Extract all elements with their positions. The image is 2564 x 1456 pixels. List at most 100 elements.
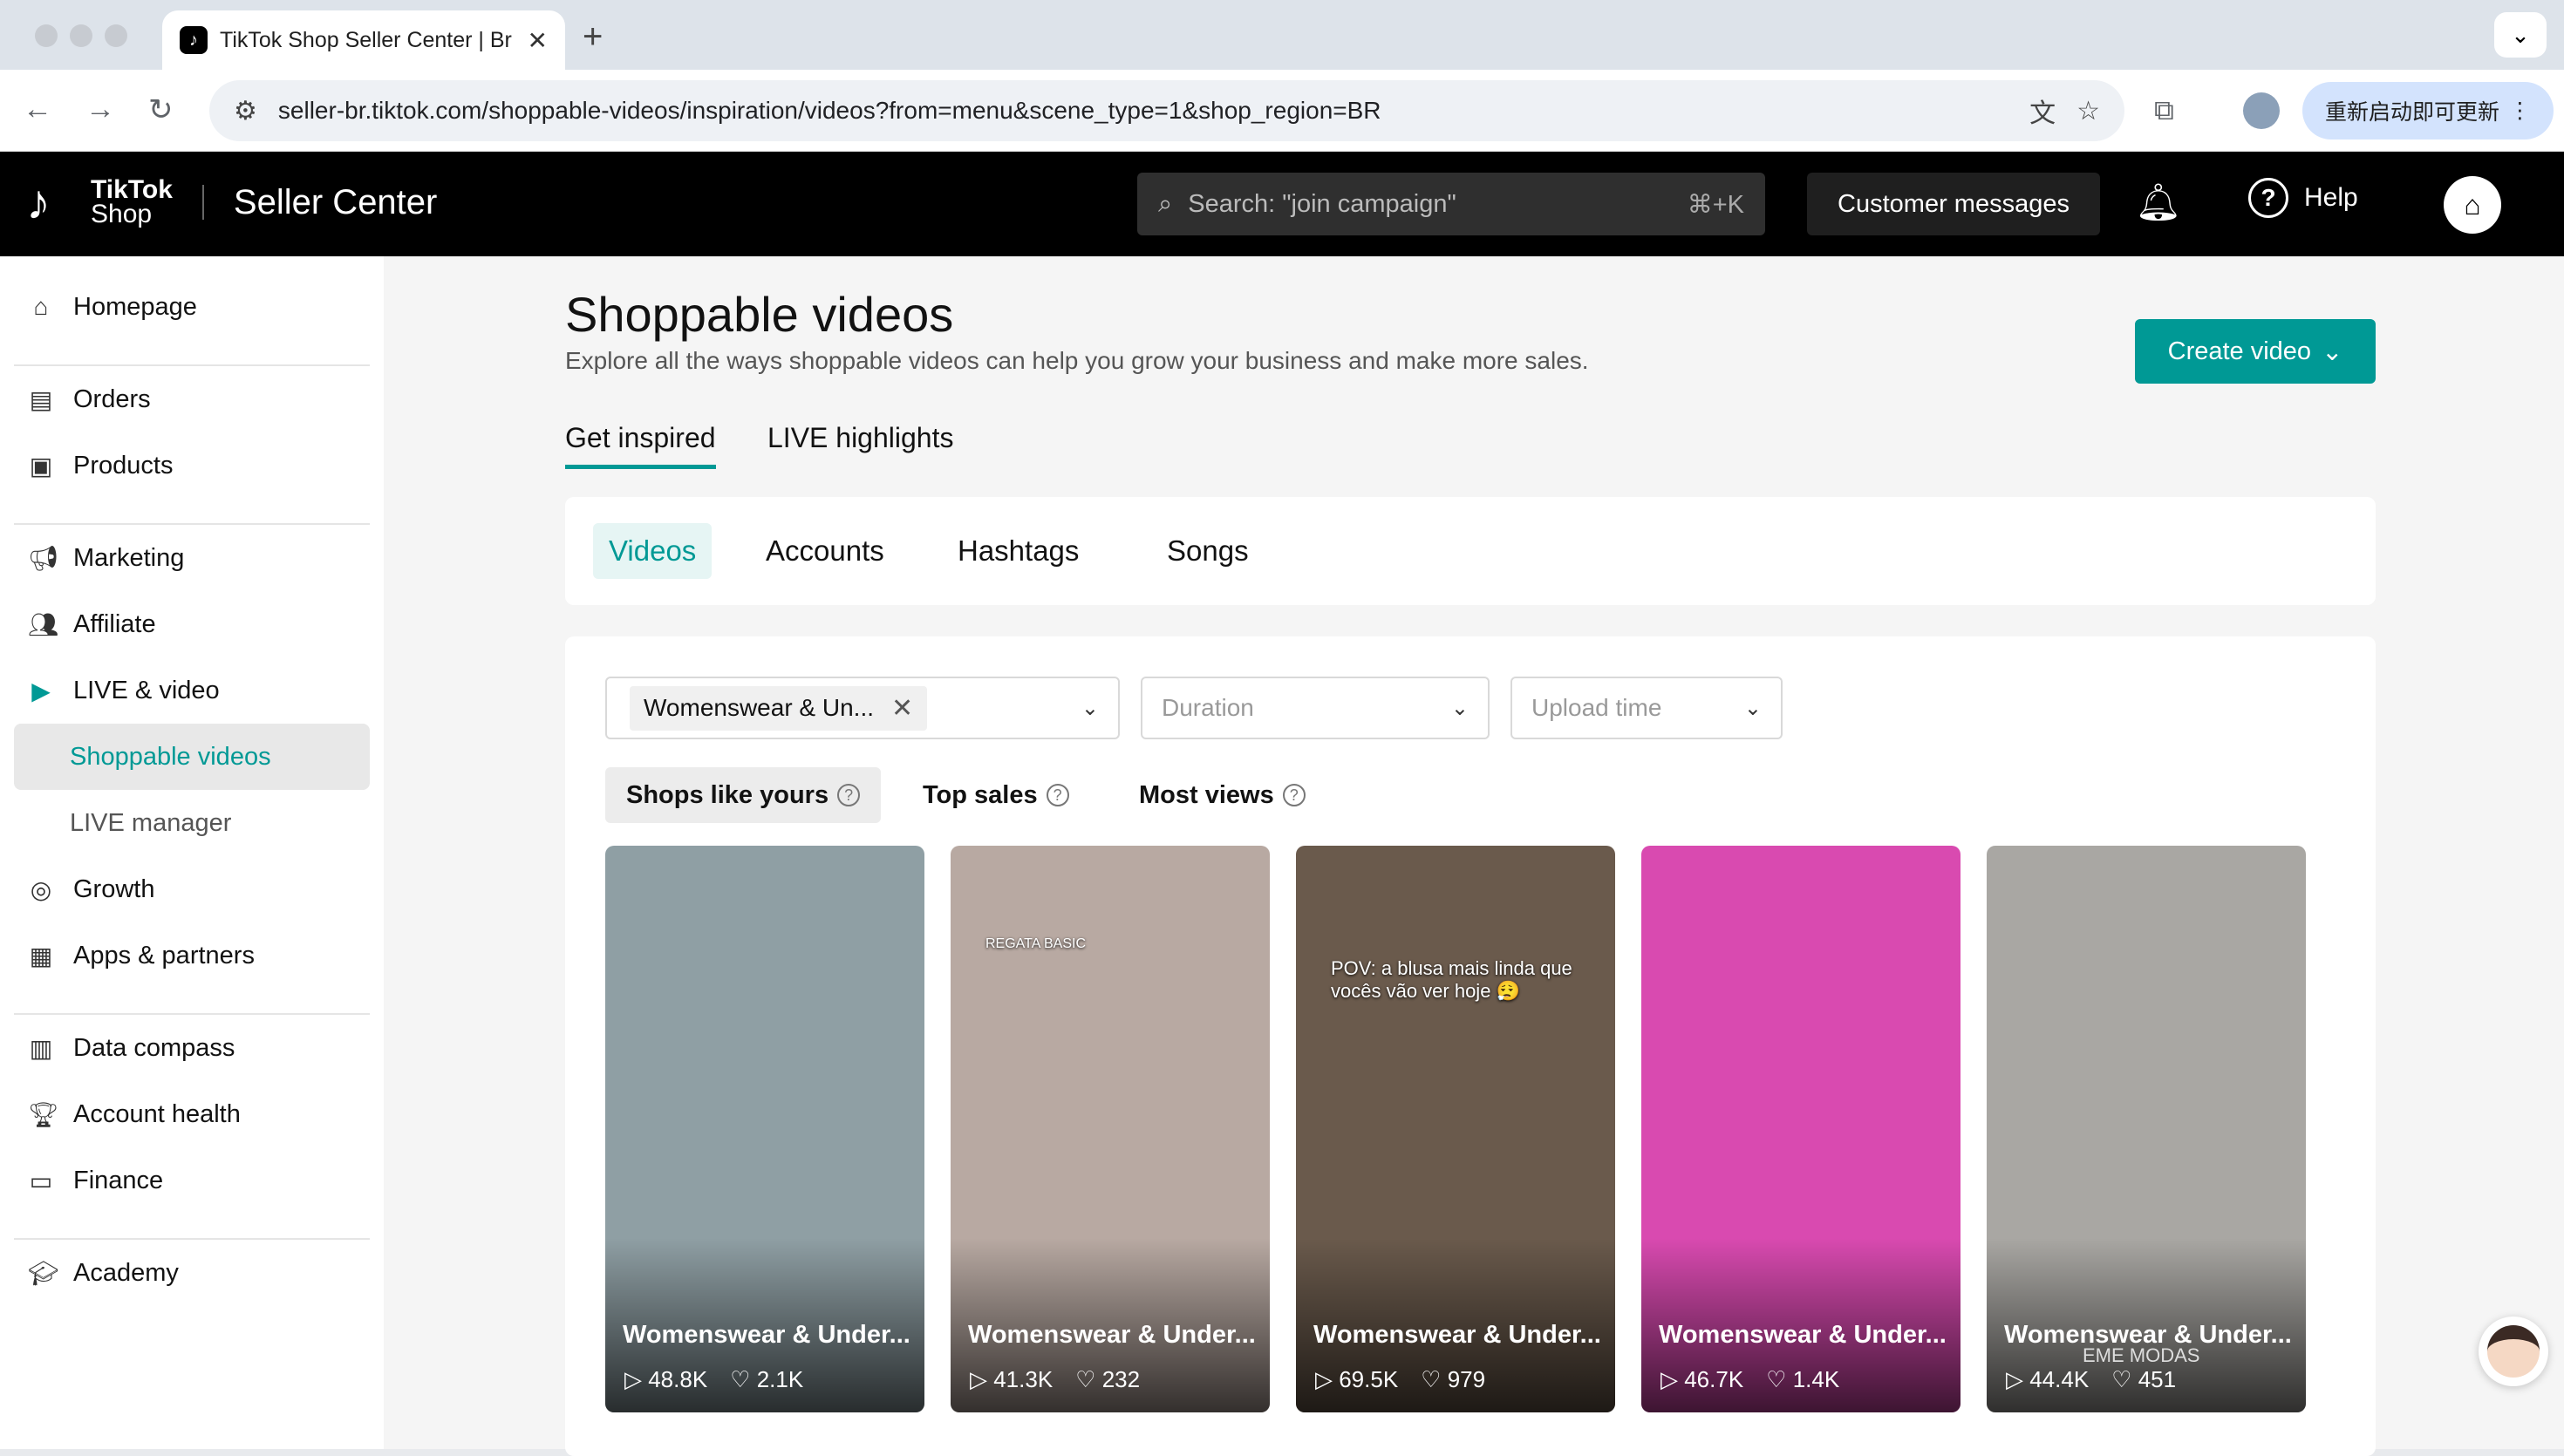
bookmark-star-icon[interactable]: ☆	[2076, 96, 2100, 126]
video-card[interactable]: EME MODAS Womenswear & Under... ▷ 44.4K ♡…	[1987, 846, 2306, 1412]
medal-icon: ◎	[30, 875, 52, 903]
video-card[interactable]: REGATA BASIC Womenswear & Under... ▷ 41.…	[951, 846, 1270, 1412]
window-close-dot[interactable]	[35, 24, 58, 47]
site-settings-icon[interactable]: ⚙	[234, 96, 257, 126]
global-search-input[interactable]: ⌕ Search: "join campaign" ⌘+K	[1137, 173, 1765, 235]
video-overlay-text: POV: a blusa mais linda que vocês vão ve…	[1331, 957, 1572, 1002]
create-video-button[interactable]: Create video ⌄	[2135, 319, 2376, 384]
play-icon: ▷ 48.8K	[624, 1366, 708, 1392]
sidebar-item-live-manager[interactable]: LIVE manager	[14, 790, 370, 856]
tiktok-favicon-icon: ♪	[180, 26, 208, 54]
sidebar-item-label: Finance	[73, 1166, 164, 1194]
video-card[interactable]: Womenswear & Under... ▷ 48.8K ♡ 2.1K	[605, 846, 924, 1412]
sort-top-sales[interactable]: Top sales?	[902, 767, 1090, 823]
megaphone-icon: 📢︎	[28, 544, 59, 572]
sidebar-item-marketing[interactable]: 📢︎ Marketing	[14, 525, 370, 591]
forward-icon[interactable]: →	[85, 92, 115, 126]
sidebar-item-shoppable-videos[interactable]: Shoppable videos	[14, 724, 370, 790]
browser-tab[interactable]: ♪ TikTok Shop Seller Center | Br ✕	[162, 10, 565, 70]
tab-live-highlights[interactable]: LIVE highlights	[767, 422, 953, 454]
profile-avatar[interactable]	[2243, 92, 2280, 129]
sort-label: Shops like yours	[626, 780, 829, 809]
trophy-icon: 🏆︎	[28, 1100, 59, 1128]
sidebar-item-academy[interactable]: 🎓︎ Academy	[14, 1240, 370, 1306]
sidebar-item-finance[interactable]: ▭ Finance	[14, 1147, 370, 1214]
category-select[interactable]: Womenswear & Un... ✕ ⌄	[605, 677, 1120, 739]
sidebar-item-affiliate[interactable]: 👥︎ Affiliate	[14, 591, 370, 657]
play-icon: ▷ 46.7K	[1660, 1366, 1744, 1392]
browser-tab-bar: ♪ TikTok Shop Seller Center | Br ✕ + ⌄	[0, 0, 2564, 70]
window-zoom-dot[interactable]	[105, 24, 127, 47]
video-stats: ▷ 48.8K ♡ 2.1K	[624, 1366, 803, 1393]
sort-label: Most views	[1139, 780, 1274, 809]
video-card[interactable]: Womenswear & Under... ▷ 46.7K ♡ 1.4K	[1641, 846, 1961, 1412]
sidebar-item-label: Homepage	[73, 292, 197, 321]
sort-most-views[interactable]: Most views?	[1118, 767, 1326, 823]
help-button[interactable]: ? Help	[2248, 178, 2358, 218]
sidebar-item-products[interactable]: ▣ Products	[14, 432, 370, 499]
sidebar-item-growth[interactable]: ◎ Growth	[14, 856, 370, 922]
video-category: Womenswear & Under...	[1313, 1321, 1601, 1349]
sort-shops-like-yours[interactable]: Shops like yours?	[605, 767, 882, 823]
video-stats: ▷ 44.4K ♡ 451	[2006, 1366, 2176, 1393]
sidebar-item-data-compass[interactable]: ▥ Data compass	[14, 1015, 370, 1081]
sidebar-item-account-health[interactable]: 🏆︎ Account health	[14, 1081, 370, 1147]
duration-select[interactable]: Duration ⌄	[1141, 677, 1490, 739]
tab-search-chevron-icon[interactable]: ⌄	[2494, 12, 2547, 58]
new-tab-icon[interactable]: +	[583, 17, 603, 57]
extensions-puzzle-icon[interactable]: ⧉	[2154, 94, 2174, 127]
heart-icon: ♡ 1.4K	[1766, 1366, 1840, 1392]
tiktok-logo-icon: ♪	[26, 174, 51, 229]
shop-store-icon[interactable]: ⌂	[2444, 176, 2501, 234]
reload-icon[interactable]: ↻	[148, 92, 174, 127]
sidebar: ⌂ Homepage ▤ Orders ▣ Products 📢︎ Marketing …	[0, 256, 384, 1449]
back-icon[interactable]: ←	[23, 92, 52, 126]
more-vert-icon: ⋮	[2509, 99, 2531, 123]
video-card[interactable]: POV: a blusa mais linda que vocês vão ve…	[1296, 846, 1615, 1412]
help-label: Help	[2304, 183, 2358, 212]
sidebar-item-orders[interactable]: ▤ Orders	[14, 366, 370, 432]
tiktok-shop-logo[interactable]: ♪ TikTok Shop Seller Center	[26, 174, 437, 230]
sidebar-item-homepage[interactable]: ⌂ Homepage	[14, 274, 370, 340]
sidebar-item-label: Affiliate	[73, 609, 156, 638]
address-bar[interactable]: ⚙ seller-br.tiktok.com/shoppable-videos/…	[209, 80, 2124, 141]
subtab-accounts[interactable]: Accounts	[750, 523, 900, 579]
subtab-hashtags[interactable]: Hashtags	[942, 523, 1094, 579]
subtab-songs[interactable]: Songs	[1151, 523, 1265, 579]
window-minimize-dot[interactable]	[70, 24, 92, 47]
url-text: seller-br.tiktok.com/shoppable-videos/in…	[277, 97, 1381, 124]
translate-icon[interactable]: 文	[2029, 92, 2056, 130]
logo-divider	[201, 185, 204, 220]
wallet-icon: ▭	[29, 1167, 53, 1194]
info-question-icon[interactable]: ?	[1282, 784, 1306, 806]
chip-remove-icon[interactable]: ✕	[891, 693, 913, 724]
play-icon: ▷ 41.3K	[970, 1366, 1054, 1392]
duration-placeholder: Duration	[1162, 694, 1254, 721]
chevron-down-icon: ⌄	[1450, 696, 1469, 720]
search-placeholder: Search: "join campaign"	[1188, 189, 1456, 218]
update-button[interactable]: 重新启动即可更新 ⋮	[2302, 82, 2554, 139]
info-question-icon[interactable]: ?	[837, 784, 861, 806]
sidebar-item-live-video[interactable]: ▶ LIVE & video	[14, 657, 370, 724]
sidebar-item-apps-partners[interactable]: ▦ Apps & partners	[14, 922, 370, 989]
customer-messages-button[interactable]: Customer messages	[1807, 173, 2100, 235]
logo-line-1: TikTok	[91, 175, 173, 204]
sidebar-item-label: LIVE & video	[73, 676, 220, 704]
tab-close-icon[interactable]: ✕	[528, 26, 548, 55]
bag-icon: ▣	[29, 452, 53, 480]
page-subtitle: Explore all the ways shoppable videos ca…	[565, 347, 1589, 374]
video-category: Womenswear & Under...	[2004, 1321, 2292, 1349]
subtab-videos[interactable]: Videos	[593, 523, 713, 579]
create-video-label: Create video	[2167, 337, 2312, 365]
assistant-avatar[interactable]	[2479, 1317, 2548, 1386]
heart-icon: ♡ 2.1K	[730, 1366, 804, 1392]
update-label: 重新启动即可更新	[2325, 100, 2500, 125]
info-question-icon[interactable]: ?	[1046, 784, 1069, 806]
sidebar-item-label: Products	[73, 451, 174, 480]
home-icon: ⌂	[33, 293, 49, 320]
notification-bell-icon[interactable]: 🔔︎	[2135, 181, 2181, 224]
tab-get-inspired[interactable]: Get inspired	[565, 422, 716, 469]
heart-icon: ♡ 232	[1075, 1366, 1141, 1392]
chevron-down-icon: ⌄	[2322, 337, 2343, 366]
upload-time-select[interactable]: Upload time ⌄	[1510, 677, 1783, 739]
